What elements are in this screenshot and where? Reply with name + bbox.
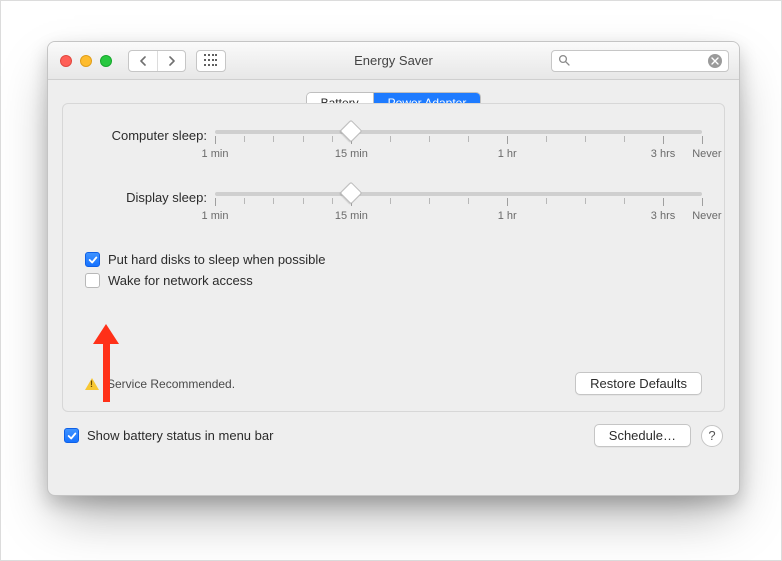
hard-disks-sleep-checkbox[interactable] — [85, 252, 100, 267]
nav-back-button[interactable] — [129, 51, 157, 71]
nav-forward-button[interactable] — [157, 51, 185, 71]
tick-label: 3 hrs — [651, 148, 675, 160]
slider-ticks — [215, 198, 702, 206]
tick-label: 15 min — [335, 210, 368, 222]
slider-ticks — [215, 136, 702, 144]
help-label: ? — [708, 428, 715, 443]
computer-sleep-row: Computer sleep: — [85, 128, 702, 164]
grid-icon — [204, 54, 218, 68]
slider-tick-labels: 1 min 15 min 1 hr 3 hrs Never — [215, 210, 702, 226]
help-button[interactable]: ? — [701, 425, 723, 447]
prefs-window: Energy Saver Battery Power Ad — [47, 41, 740, 496]
footer-row: Show battery status in menu bar Schedule… — [62, 422, 725, 449]
search-field[interactable] — [551, 50, 729, 72]
show-battery-status-checkbox[interactable] — [64, 428, 79, 443]
computer-sleep-label: Computer sleep: — [85, 128, 215, 143]
clear-search-button[interactable] — [708, 54, 722, 68]
slider-track — [215, 192, 702, 196]
service-status: Service Recommended. — [85, 377, 235, 391]
wake-network-checkbox[interactable] — [85, 273, 100, 288]
zoom-window-button[interactable] — [100, 55, 112, 67]
tick-label: Never — [692, 210, 721, 222]
tick-label: 1 min — [202, 148, 229, 160]
show-battery-status-row: Show battery status in menu bar — [64, 428, 273, 443]
search-input[interactable] — [574, 53, 694, 69]
hard-disks-sleep-label: Put hard disks to sleep when possible — [108, 252, 326, 267]
display-sleep-slider[interactable]: 1 min 15 min 1 hr 3 hrs Never — [215, 190, 702, 226]
wake-network-label: Wake for network access — [108, 273, 253, 288]
chevron-right-icon — [168, 56, 176, 66]
spacer — [85, 294, 702, 366]
options-checks: Put hard disks to sleep when possible Wa… — [85, 252, 702, 288]
button-label: Schedule… — [609, 428, 676, 443]
show-battery-status-label: Show battery status in menu bar — [87, 428, 273, 443]
settings-pane: Computer sleep: — [62, 103, 725, 412]
tick-label: 1 hr — [498, 210, 517, 222]
service-row: Service Recommended. Restore Defaults — [85, 372, 702, 395]
minimize-window-button[interactable] — [80, 55, 92, 67]
canvas: Energy Saver Battery Power Ad — [0, 0, 782, 561]
restore-defaults-button[interactable]: Restore Defaults — [575, 372, 702, 395]
tick-label: 3 hrs — [651, 210, 675, 222]
computer-sleep-slider[interactable]: 1 min 15 min 1 hr 3 hrs Never — [215, 128, 702, 164]
slider-track — [215, 130, 702, 134]
button-label: Restore Defaults — [590, 376, 687, 391]
schedule-button[interactable]: Schedule… — [594, 424, 691, 447]
hard-disks-sleep-row: Put hard disks to sleep when possible — [85, 252, 702, 267]
display-sleep-row: Display sleep: — [85, 190, 702, 226]
titlebar: Energy Saver — [48, 42, 739, 80]
checkmark-icon — [67, 431, 77, 441]
tick-label: 15 min — [335, 148, 368, 160]
service-text: Service Recommended. — [107, 377, 235, 391]
footer-right: Schedule… ? — [594, 424, 723, 447]
x-icon — [711, 57, 719, 65]
show-all-button[interactable] — [196, 50, 226, 72]
tick-label: 1 min — [202, 210, 229, 222]
wake-network-row: Wake for network access — [85, 273, 702, 288]
chevron-left-icon — [139, 56, 147, 66]
window-controls — [60, 55, 112, 67]
display-sleep-label: Display sleep: — [85, 190, 215, 205]
window-body: Battery Power Adapter Computer sleep: — [48, 80, 739, 461]
tick-label: Never — [692, 148, 721, 160]
slider-tick-labels: 1 min 15 min 1 hr 3 hrs Never — [215, 148, 702, 164]
search-icon — [558, 54, 570, 69]
tick-label: 1 hr — [498, 148, 517, 160]
checkmark-icon — [88, 255, 98, 265]
warning-icon — [85, 378, 99, 390]
nav-back-forward — [128, 50, 186, 72]
close-window-button[interactable] — [60, 55, 72, 67]
